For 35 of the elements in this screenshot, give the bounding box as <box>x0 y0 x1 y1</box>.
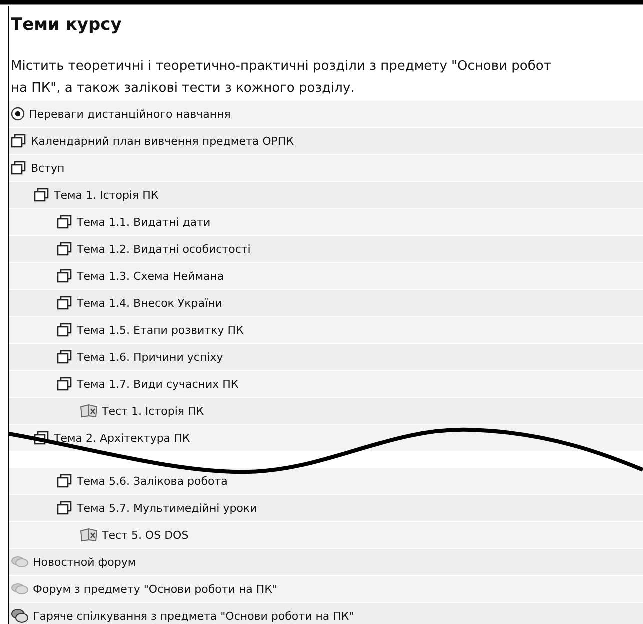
topic-link[interactable]: Тема 1. Історія ПК <box>54 188 159 202</box>
section-title: Теми курсу <box>10 14 123 35</box>
chat-icon <box>11 608 29 624</box>
topic-link[interactable]: Переваги дистанційного навчання <box>29 108 231 120</box>
pages-icon <box>57 377 73 391</box>
pages-icon <box>57 269 73 283</box>
quiz-icon <box>80 528 98 542</box>
topic-link[interactable]: Тема 2. Архітектура ПК <box>54 432 190 444</box>
topic-link[interactable]: Тема 1.1. Видатні дати <box>77 216 211 228</box>
topic-link[interactable]: Тема 1.6. Причини успіху <box>77 350 224 364</box>
pages-icon <box>57 501 73 515</box>
pages-icon <box>57 350 73 364</box>
section-description: Містить теоретичні і теоретично-практичні розділи з предмету "Основи робот на ПК", а також залікові тести з кожного розділу. <box>11 58 552 98</box>
pages-icon <box>57 242 73 256</box>
forum-icon <box>11 582 29 596</box>
pages-icon <box>57 323 73 337</box>
topic-link[interactable]: Тема 5.7. Мультимедійні уроки <box>77 502 258 514</box>
topic-link[interactable]: Тема 1.2. Видатні особистості <box>77 242 251 256</box>
quiz-icon <box>80 404 98 418</box>
topic-link[interactable]: Тест 1. Історія ПК <box>102 404 204 418</box>
forum-icon <box>11 555 29 569</box>
pages-icon <box>34 431 50 445</box>
pages-icon <box>57 215 73 229</box>
topic-link[interactable]: Тема 5.6. Залікова робота <box>77 474 228 488</box>
topic-link[interactable]: Вступ <box>31 162 65 174</box>
topic-link[interactable]: Тема 1.5. Етапи розвитку ПК <box>77 324 244 336</box>
topic-link[interactable]: Новостной форум <box>33 556 136 568</box>
topic-link[interactable]: Тема 1.3. Схема Неймана <box>77 270 224 282</box>
topic-link[interactable]: Тест 5. OS DOS <box>102 528 189 542</box>
topic-link[interactable]: Форум з предмету "Основи роботи на ПК" <box>33 582 278 596</box>
pages-icon <box>34 188 50 202</box>
pages-icon <box>57 296 73 310</box>
pages-icon <box>57 474 73 488</box>
topic-link[interactable]: Тема 1.4. Внесок України <box>77 296 222 310</box>
topic-link[interactable]: Тема 1.7. Види сучасних ПК <box>77 378 239 390</box>
